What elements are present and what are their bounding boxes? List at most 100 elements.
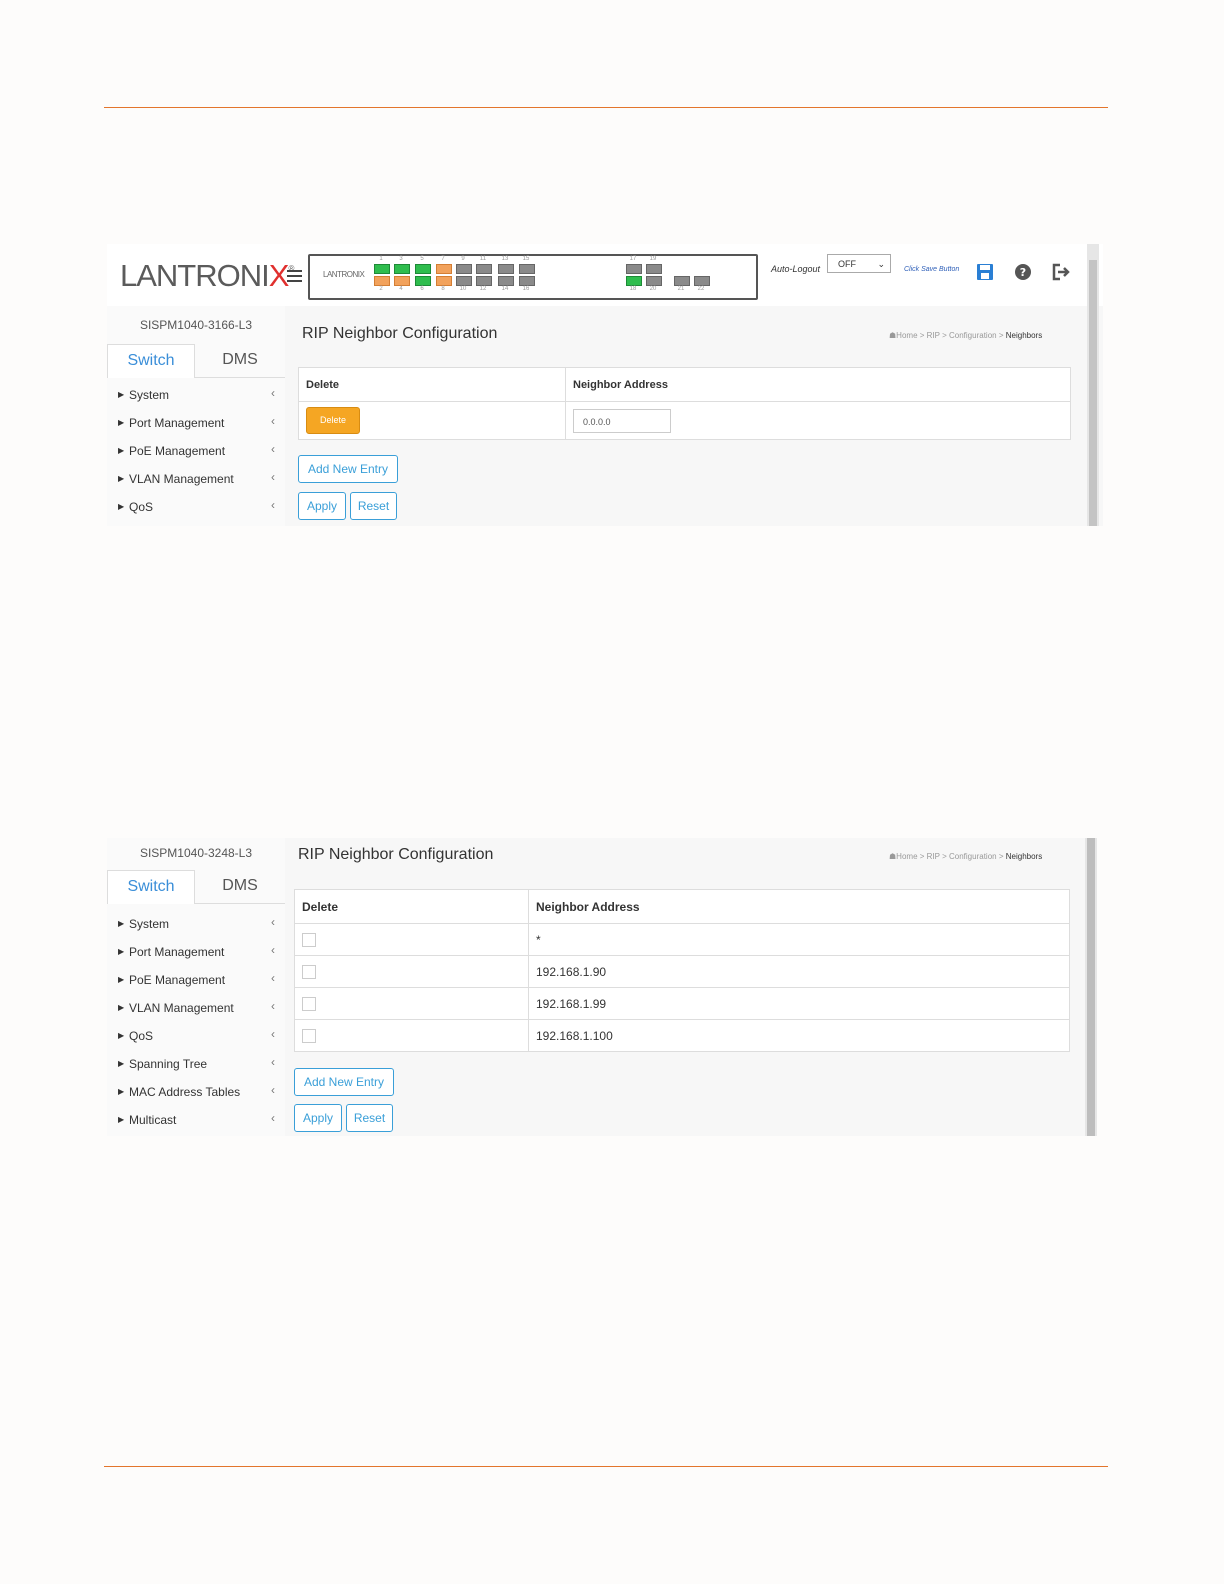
caret-right-icon: ▶ — [118, 418, 125, 427]
port-12[interactable] — [476, 276, 492, 286]
sidebar-item-multicast[interactable]: ▶ Multicast ‹ — [107, 1106, 285, 1134]
port-21[interactable] — [674, 276, 690, 286]
page-title: RIP Neighbor Configuration — [298, 846, 494, 863]
sidebar-item-system[interactable]: ▶ System ‹ — [107, 910, 285, 938]
top-header: LANTRONIX® LANTRONIX 1 3 5 7 9 11 13 15 2 4 6 8 10 12… — [107, 244, 1103, 306]
port-13[interactable] — [498, 264, 514, 274]
apply-button[interactable]: Apply — [294, 1104, 342, 1132]
breadcrumb-home[interactable]: Home — [896, 331, 917, 340]
auto-logout-select[interactable]: OFF ⌄ — [827, 254, 891, 273]
breadcrumb-rip[interactable]: RIP — [927, 852, 940, 861]
port-18[interactable] — [626, 276, 642, 286]
device-model: SISPM1040-3248-L3 — [139, 846, 253, 860]
neighbor-table: Delete Neighbor Address Delete 0.0.0.0 — [298, 367, 1071, 440]
caret-right-icon: ▶ — [118, 502, 125, 511]
port-7[interactable] — [436, 264, 452, 274]
delete-checkbox[interactable] — [302, 932, 316, 947]
reset-button[interactable]: Reset — [350, 492, 397, 520]
port-17[interactable] — [626, 264, 642, 274]
breadcrumb-rip[interactable]: RIP — [927, 331, 940, 340]
scrollbar-thumb[interactable] — [1089, 260, 1097, 526]
scrollbar[interactable] — [1087, 244, 1099, 526]
sidebar-item-mac-address-tables[interactable]: ▶ MAC Address Tables ‹ — [107, 1078, 285, 1106]
sidebar-item-poe-management[interactable]: ▶ PoE Management ‹ — [107, 966, 285, 994]
neighbor-address: 192.168.1.99 — [528, 987, 1070, 1020]
sidebar-item-port-management[interactable]: ▶ Port Management ‹ — [107, 938, 285, 966]
add-new-entry-button[interactable]: Add New Entry — [294, 1068, 394, 1096]
sidebar-item-spanning-tree[interactable]: ▶ Spanning Tree ‹ — [107, 1050, 285, 1078]
save-icon[interactable] — [975, 262, 995, 282]
tab-switch[interactable]: Switch — [107, 870, 195, 904]
port-9[interactable] — [456, 264, 472, 274]
port-8[interactable] — [436, 276, 452, 286]
table-row: 192.168.1.100 — [294, 1019, 1070, 1052]
port-number-label: 20 — [649, 286, 657, 292]
delete-button[interactable]: Delete — [306, 407, 361, 434]
port-16[interactable] — [519, 276, 535, 286]
sidebar-item-vlan-management[interactable]: ▶ VLAN Management ‹ — [107, 994, 285, 1022]
port-number-label: 10 — [459, 286, 467, 292]
port-number-label: 15 — [522, 256, 530, 262]
port-19[interactable] — [646, 264, 662, 274]
port-1[interactable] — [374, 264, 390, 274]
chevron-left-icon: ‹ — [271, 1111, 275, 1125]
hamburger-menu-icon[interactable] — [287, 270, 302, 285]
panel-logo: LANTRONIX — [323, 270, 365, 279]
col-neighbor-address: Neighbor Address — [565, 367, 1071, 402]
sidebar-item-vlan-management[interactable]: ▶ VLAN Management ‹ — [107, 465, 285, 493]
port-number-label: 3 — [399, 256, 403, 262]
port-14[interactable] — [498, 276, 514, 286]
port-2[interactable] — [374, 276, 390, 286]
delete-checkbox[interactable] — [302, 964, 316, 979]
port-15[interactable] — [519, 264, 535, 274]
add-new-entry-button[interactable]: Add New Entry — [298, 455, 398, 483]
sidebar-item-qos[interactable]: ▶ QoS ‹ — [107, 1022, 285, 1050]
scrollbar-thumb[interactable] — [1087, 838, 1095, 1136]
tab-dms[interactable]: DMS — [195, 870, 285, 904]
apply-button[interactable]: Apply — [298, 492, 346, 520]
neighbor-address: 192.168.1.100 — [528, 1019, 1070, 1052]
port-11[interactable] — [476, 264, 492, 274]
sidebar-item-qos[interactable]: ▶ QoS ‹ — [107, 493, 285, 521]
caret-right-icon: ▶ — [118, 446, 125, 455]
reset-button[interactable]: Reset — [346, 1104, 393, 1132]
chevron-left-icon: ‹ — [271, 470, 275, 484]
caret-right-icon: ▶ — [118, 975, 125, 984]
logout-icon[interactable] — [1051, 262, 1071, 282]
table-row: * — [294, 923, 1070, 956]
port-number-label: 13 — [501, 256, 509, 262]
port-22[interactable] — [694, 276, 710, 286]
delete-checkbox[interactable] — [302, 1028, 316, 1043]
delete-checkbox[interactable] — [302, 996, 316, 1011]
port-20[interactable] — [646, 276, 662, 286]
chevron-left-icon: ‹ — [271, 943, 275, 957]
port-number-label: 17 — [629, 256, 637, 262]
svg-text:?: ? — [1020, 266, 1026, 279]
sidebar-item-poe-management[interactable]: ▶ PoE Management ‹ — [107, 437, 285, 465]
caret-right-icon: ▶ — [118, 1031, 125, 1040]
chevron-left-icon: ‹ — [271, 915, 275, 929]
chevron-left-icon: ‹ — [271, 999, 275, 1013]
chevron-left-icon: ‹ — [271, 498, 275, 512]
chevron-left-icon: ‹ — [271, 414, 275, 428]
port-6[interactable] — [415, 276, 431, 286]
port-number-label: 4 — [399, 286, 403, 292]
neighbor-address-input[interactable]: 0.0.0.0 — [573, 408, 671, 433]
tab-dms[interactable]: DMS — [195, 344, 285, 378]
port-10[interactable] — [456, 276, 472, 286]
neighbor-address: * — [528, 923, 1070, 956]
port-5[interactable] — [415, 264, 431, 274]
breadcrumb-configuration[interactable]: Configuration — [949, 852, 997, 861]
help-icon[interactable]: ? — [1013, 262, 1033, 282]
breadcrumb-configuration[interactable]: Configuration — [949, 331, 997, 340]
sidebar-item-port-management[interactable]: ▶ Port Management ‹ — [107, 409, 285, 437]
tab-switch[interactable]: Switch — [107, 344, 195, 378]
port-4[interactable] — [394, 276, 410, 286]
sidebar-tabs: Switch DMS — [107, 344, 285, 378]
breadcrumb-home[interactable]: Home — [896, 852, 917, 861]
scrollbar[interactable] — [1085, 838, 1097, 1136]
sidebar: SISPM1040-3248-L3 Switch DMS ▶ System ‹ ▶ P… — [107, 838, 285, 1136]
port-3[interactable] — [394, 264, 410, 274]
sidebar-item-system[interactable]: ▶ System ‹ — [107, 381, 285, 409]
switch-front-panel: LANTRONIX 1 3 5 7 9 11 13 15 2 4 6 8 10 12 14 16 17 19 18 2… — [308, 254, 758, 300]
